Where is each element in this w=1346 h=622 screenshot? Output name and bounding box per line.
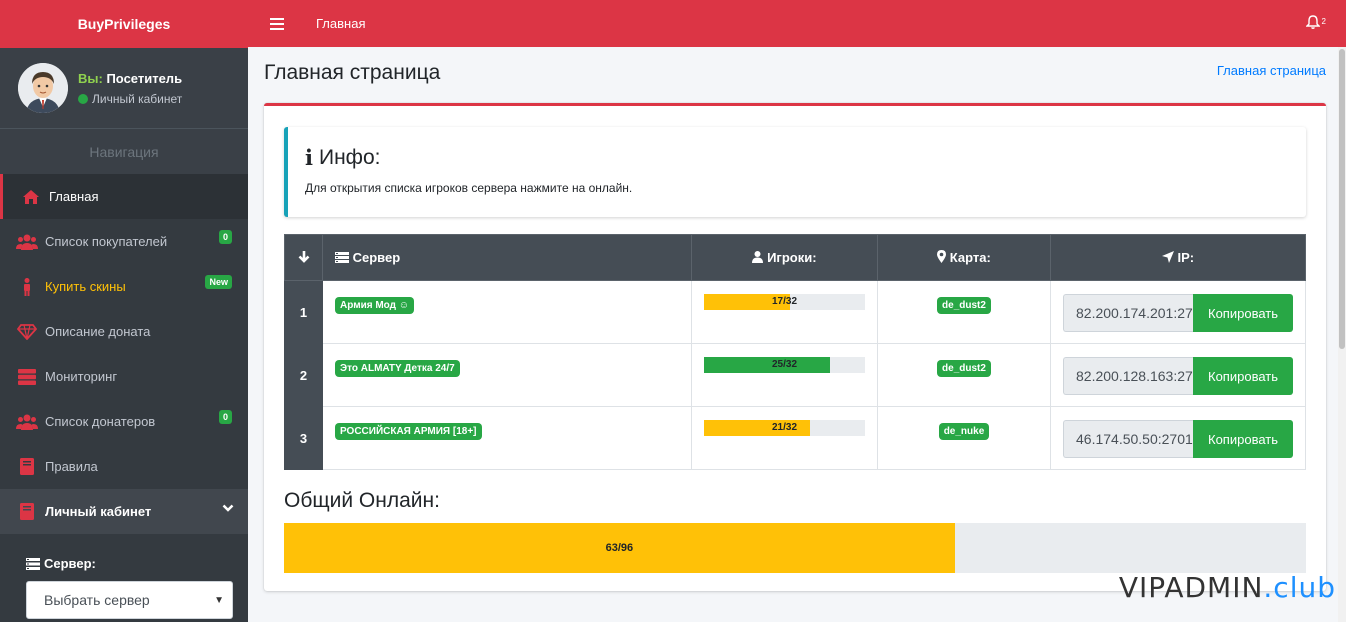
ip-field[interactable]: 82.200.128.163:27015 bbox=[1063, 357, 1193, 395]
users-icon bbox=[16, 233, 38, 251]
sidebar-item-label: Главная bbox=[49, 189, 99, 204]
sidebar-item-buyers[interactable]: Список покупателей 0 bbox=[0, 219, 248, 264]
players-progress[interactable]: 21/32 bbox=[704, 420, 865, 436]
table-header-row: Сервер Игроки: Карта: IP: bbox=[284, 234, 1306, 281]
players-count: 25/32 bbox=[771, 359, 798, 370]
new-badge: New bbox=[205, 275, 232, 289]
sort-header[interactable] bbox=[284, 234, 323, 281]
servers-table: Сервер Игроки: Карта: IP: 1 Армия Мод ☺ … bbox=[284, 234, 1306, 470]
server-select-label: Сервер: bbox=[44, 556, 96, 571]
online-status-icon bbox=[78, 93, 88, 104]
sidebar-item-label: Правила bbox=[45, 459, 98, 474]
server-icon bbox=[16, 368, 38, 386]
sidebar-item-donators[interactable]: Список донатеров 0 bbox=[0, 399, 248, 444]
map-tag: de_dust2 bbox=[937, 297, 991, 314]
bell-icon[interactable] bbox=[1305, 15, 1321, 32]
map-tag: de_dust2 bbox=[937, 360, 991, 377]
donators-count-badge: 0 bbox=[218, 410, 232, 424]
location-arrow-icon bbox=[1161, 250, 1174, 266]
avatar[interactable] bbox=[18, 63, 68, 113]
page-scrollbar[interactable] bbox=[1338, 47, 1346, 622]
arrow-down-icon bbox=[298, 250, 309, 263]
user-icon bbox=[752, 250, 764, 266]
players-progress[interactable]: 17/32 bbox=[704, 294, 865, 310]
total-online-progress: 63/96 bbox=[284, 523, 1306, 573]
map-tag: de_nuke bbox=[938, 423, 990, 440]
main-card: i Инфо: Для открытия списка игроков серв… bbox=[264, 103, 1326, 591]
topbar-home-link[interactable]: Главная bbox=[316, 16, 365, 31]
table-row: 3 РОССИЙСКАЯ АРМИЯ [18+] 21/32 de_nuke 4… bbox=[284, 406, 1306, 470]
chevron-down-icon bbox=[222, 502, 234, 516]
server-select[interactable]: Выбрать сервер ▼ bbox=[26, 581, 233, 619]
topbar: Главная 2 bbox=[248, 0, 1346, 47]
row-number: 2 bbox=[284, 343, 323, 407]
server-name-tag[interactable]: РОССИЙСКАЯ АРМИЯ [18+] bbox=[335, 423, 482, 440]
cabinet-subpanel: Сервер: Выбрать сервер ▼ bbox=[0, 534, 248, 619]
sidebar-item-label: Личный кабинет bbox=[45, 504, 152, 519]
home-icon bbox=[20, 188, 42, 206]
watermark-logo: VIPADMIN.club bbox=[1118, 571, 1336, 604]
sidebar-item-buy-skins[interactable]: Купить скины New bbox=[0, 264, 248, 309]
table-row: 1 Армия Мод ☺ 17/32 de_dust2 82.200.174.… bbox=[284, 280, 1306, 344]
map-column-header: Карта: bbox=[877, 234, 1051, 281]
book-icon bbox=[16, 503, 38, 521]
sidebar-item-monitoring[interactable]: Мониторинг bbox=[0, 354, 248, 399]
person-icon bbox=[16, 277, 38, 296]
notification-count: 2 bbox=[1321, 17, 1326, 26]
info-icon: i bbox=[305, 145, 313, 170]
map-marker-icon bbox=[937, 249, 947, 266]
user-name: Посетитель bbox=[106, 70, 183, 86]
players-column-header: Игроки: bbox=[691, 234, 878, 281]
players-count: 21/32 bbox=[771, 422, 798, 433]
sidebar-item-label: Мониторинг bbox=[45, 369, 118, 384]
row-number: 3 bbox=[284, 406, 323, 470]
sidebar-item-label: Купить скины bbox=[45, 279, 126, 294]
menu-toggle-icon[interactable] bbox=[270, 15, 284, 33]
server-list-icon bbox=[26, 557, 40, 570]
total-online-count: 63/96 bbox=[605, 542, 634, 554]
caret-down-icon: ▼ bbox=[214, 595, 224, 606]
sidebar-item-rules[interactable]: Правила bbox=[0, 444, 248, 489]
copy-button[interactable]: Копировать bbox=[1193, 420, 1293, 458]
user-cabinet-link[interactable]: Личный кабинет bbox=[78, 92, 182, 106]
scrollbar-thumb[interactable] bbox=[1339, 49, 1345, 349]
ip-column-header: IP: bbox=[1050, 234, 1306, 281]
total-online-title: Общий Онлайн: bbox=[284, 489, 440, 512]
nav-header: Навигация bbox=[0, 129, 248, 174]
breadcrumb[interactable]: Главная страница bbox=[1217, 63, 1326, 78]
page-title: Главная страница bbox=[264, 61, 441, 84]
info-title: Инфо: bbox=[318, 145, 381, 169]
user-panel: Вы: Посетитель Личный кабинет bbox=[0, 48, 248, 129]
ip-field[interactable]: 46.174.50.50:27015 bbox=[1063, 420, 1193, 458]
brand-logo[interactable]: BuyPrivileges bbox=[0, 0, 248, 48]
sidebar-item-label: Список донатеров bbox=[45, 414, 156, 429]
server-column-header: Сервер bbox=[322, 234, 692, 281]
players-progress[interactable]: 25/32 bbox=[704, 357, 865, 373]
sidebar: BuyPrivileges Вы: Посетитель Личный каби… bbox=[0, 0, 248, 622]
server-list-icon bbox=[335, 251, 349, 266]
user-you-label: Вы: bbox=[78, 70, 103, 86]
copy-button[interactable]: Копировать bbox=[1193, 357, 1293, 395]
users-icon bbox=[16, 413, 38, 431]
sidebar-item-label: Список покупателей bbox=[45, 234, 168, 249]
sidebar-item-donate-description[interactable]: Описание доната bbox=[0, 309, 248, 354]
copy-button[interactable]: Копировать bbox=[1193, 294, 1293, 332]
server-select-value: Выбрать сервер bbox=[44, 592, 150, 608]
info-callout: i Инфо: Для открытия списка игроков серв… bbox=[284, 127, 1306, 217]
user-cabinet-label: Личный кабинет bbox=[92, 91, 183, 106]
sidebar-item-cabinet[interactable]: Личный кабинет bbox=[0, 489, 248, 534]
players-count: 17/32 bbox=[771, 296, 798, 307]
book-icon bbox=[16, 458, 38, 476]
table-row: 2 Это ALMATY Детка 24/7 25/32 de_dust2 8… bbox=[284, 343, 1306, 407]
info-text: Для открытия списка игроков сервера нажм… bbox=[305, 181, 633, 195]
gem-icon bbox=[16, 323, 38, 341]
ip-field[interactable]: 82.200.174.201:27015 bbox=[1063, 294, 1193, 332]
sidebar-item-home[interactable]: Главная bbox=[0, 174, 248, 219]
row-number: 1 bbox=[284, 280, 323, 344]
server-name-tag[interactable]: Армия Мод ☺ bbox=[335, 297, 414, 314]
buyers-count-badge: 0 bbox=[218, 230, 232, 244]
sidebar-item-label: Описание доната bbox=[45, 324, 151, 339]
server-name-tag[interactable]: Это ALMATY Детка 24/7 bbox=[335, 360, 460, 377]
